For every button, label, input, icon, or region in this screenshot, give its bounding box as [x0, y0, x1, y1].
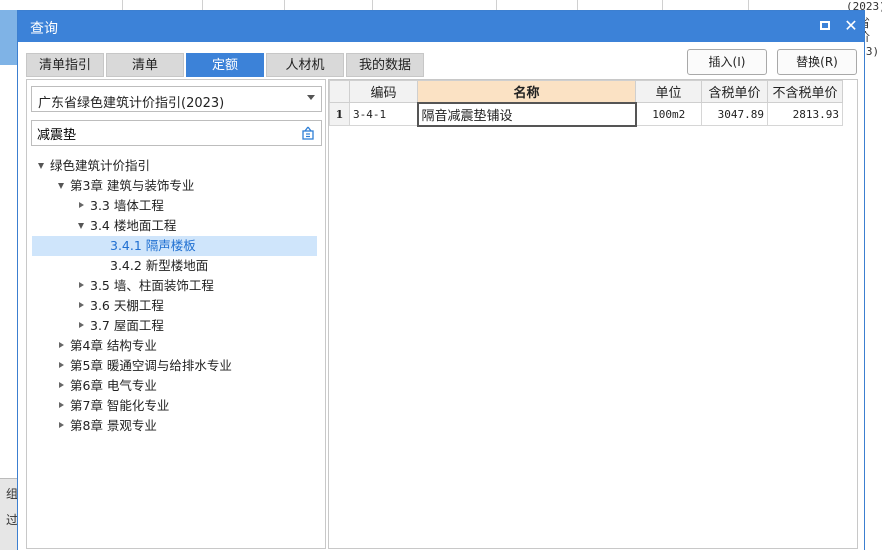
- tree-item[interactable]: 第6章 电气专业: [32, 376, 317, 396]
- collapse-arrow-icon[interactable]: [79, 282, 84, 288]
- search-input[interactable]: [37, 124, 287, 142]
- column-header-name[interactable]: 名称: [417, 80, 636, 103]
- column-header-code[interactable]: 编码: [349, 80, 418, 103]
- code-cell[interactable]: 3-4-1: [349, 102, 418, 126]
- expand-arrow-icon[interactable]: [58, 183, 64, 189]
- bg-grid-line: [284, 0, 285, 10]
- collapse-arrow-icon[interactable]: [59, 402, 64, 408]
- tab-quota[interactable]: 定额: [186, 53, 264, 77]
- tree-item-label: 3.5 墙、柱面装饰工程: [90, 278, 214, 293]
- tree-item[interactable]: 第7章 智能化专业: [32, 396, 317, 416]
- dialog-titlebar[interactable]: 查询 ✕: [18, 11, 864, 42]
- library-dropdown-value: 广东省绿色建筑计价指引(2023): [38, 96, 225, 111]
- collapse-arrow-icon[interactable]: [79, 302, 84, 308]
- tree-item-label: 绿色建筑计价指引: [50, 158, 151, 173]
- name-cell[interactable]: 隔音减震垫铺设: [416, 101, 637, 127]
- replace-button[interactable]: 替换(R): [777, 49, 857, 75]
- search-box: [31, 120, 322, 146]
- tree-item-selected[interactable]: 3.4.1 隔声楼板: [32, 236, 317, 256]
- tree-item-label: 第7章 智能化专业: [70, 398, 170, 413]
- maximize-button[interactable]: [814, 15, 836, 37]
- tree-item[interactable]: 第5章 暖通空调与给排水专业: [32, 356, 317, 376]
- insert-button[interactable]: 插入(I): [687, 49, 767, 75]
- tab-bill[interactable]: 清单: [106, 53, 184, 77]
- tree-item-label: 3.3 墙体工程: [90, 198, 164, 213]
- library-dropdown[interactable]: 广东省绿色建筑计价指引(2023): [31, 86, 322, 112]
- tree-item-label: 3.4.1 隔声楼板: [110, 238, 196, 253]
- tree-item[interactable]: 3.4 楼地面工程: [32, 216, 317, 236]
- column-header-rownum: [329, 80, 350, 103]
- tree-item-label: 3.6 天棚工程: [90, 298, 164, 313]
- close-icon: ✕: [844, 16, 858, 35]
- tree-item[interactable]: 第4章 结构专业: [32, 336, 317, 356]
- row-number: 1: [329, 102, 350, 126]
- tab-labor-material[interactable]: 人材机: [266, 53, 344, 77]
- bg-grid-line: [748, 0, 749, 10]
- tab-my-data[interactable]: 我的数据: [346, 53, 424, 77]
- tree-item-label: 第3章 建筑与装饰专业: [70, 178, 195, 193]
- tree-item[interactable]: 第3章 建筑与装饰专业: [32, 176, 317, 196]
- bg-grid-line: [577, 0, 578, 10]
- price-notax-cell[interactable]: 2813.93: [767, 102, 843, 126]
- tree-item[interactable]: 3.4.2 新型楼地面: [32, 256, 317, 276]
- tree-item[interactable]: 3.6 天棚工程: [32, 296, 317, 316]
- tree-item-label: 第5章 暖通空调与给排水专业: [70, 358, 232, 373]
- table-row[interactable]: 1 3-4-1 隔音减震垫铺设 100m2 3047.89 2813.93: [329, 101, 843, 127]
- tree-item-label: 3.7 屋面工程: [90, 318, 164, 333]
- collapse-arrow-icon[interactable]: [59, 382, 64, 388]
- tree-item-label: 第8章 景观专业: [70, 418, 157, 433]
- column-header-unit[interactable]: 单位: [635, 80, 702, 103]
- tree-item[interactable]: 3.7 屋面工程: [32, 316, 317, 336]
- tree-item-label: 第6章 电气专业: [70, 378, 157, 393]
- maximize-icon: [820, 21, 830, 30]
- dialog-title: 查询: [30, 21, 58, 37]
- tree-item[interactable]: 3.5 墙、柱面装饰工程: [32, 276, 317, 296]
- tree-item[interactable]: 绿色建筑计价指引: [32, 156, 317, 176]
- search-filter-icon[interactable]: [301, 126, 315, 140]
- unit-cell[interactable]: 100m2: [635, 102, 702, 126]
- close-button[interactable]: ✕: [840, 15, 862, 37]
- tree-item[interactable]: 第8章 景观专业: [32, 416, 317, 436]
- results-table: 编码 名称 单位 含税单价 不含税单价 1 3-4-1 隔音减震垫铺设 100m…: [329, 80, 843, 127]
- results-grid-panel: 编码 名称 单位 含税单价 不含税单价 1 3-4-1 隔音减震垫铺设 100m…: [328, 79, 858, 549]
- price-tax-cell[interactable]: 3047.89: [701, 102, 768, 126]
- tree-item[interactable]: 3.3 墙体工程: [32, 196, 317, 216]
- expand-arrow-icon[interactable]: [38, 163, 44, 169]
- bg-grid-line: [372, 0, 373, 10]
- left-panel: 广东省绿色建筑计价指引(2023) 绿色建筑计价指引 第3章 建筑与装饰专业: [26, 79, 326, 549]
- column-header-price-tax[interactable]: 含税单价: [701, 80, 768, 103]
- bg-grid-line: [496, 0, 497, 10]
- tree-item-label: 3.4.2 新型楼地面: [110, 258, 209, 273]
- bg-grid-line: [202, 0, 203, 10]
- chevron-down-icon: [307, 95, 315, 100]
- collapse-arrow-icon[interactable]: [59, 342, 64, 348]
- bg-grid-line: [122, 0, 123, 10]
- bg-grid-line: [662, 0, 663, 10]
- collapse-arrow-icon[interactable]: [59, 362, 64, 368]
- bg-bottom-panel: 组 过: [0, 478, 18, 550]
- collapse-arrow-icon[interactable]: [79, 202, 84, 208]
- collapse-arrow-icon[interactable]: [59, 422, 64, 428]
- column-header-price-notax[interactable]: 不含税单价: [767, 80, 843, 103]
- tree-item-label: 第4章 结构专业: [70, 338, 157, 353]
- bg-selected-cell: [0, 10, 18, 65]
- expand-arrow-icon[interactable]: [78, 223, 84, 229]
- collapse-arrow-icon[interactable]: [79, 322, 84, 328]
- query-dialog: 查询 ✕ 清单指引 清单 定额 人材机 我的数据 插入(I) 替换(R) 广东省…: [17, 10, 865, 550]
- tab-bill-guide[interactable]: 清单指引: [26, 53, 104, 77]
- tree-item-label: 3.4 楼地面工程: [90, 218, 177, 233]
